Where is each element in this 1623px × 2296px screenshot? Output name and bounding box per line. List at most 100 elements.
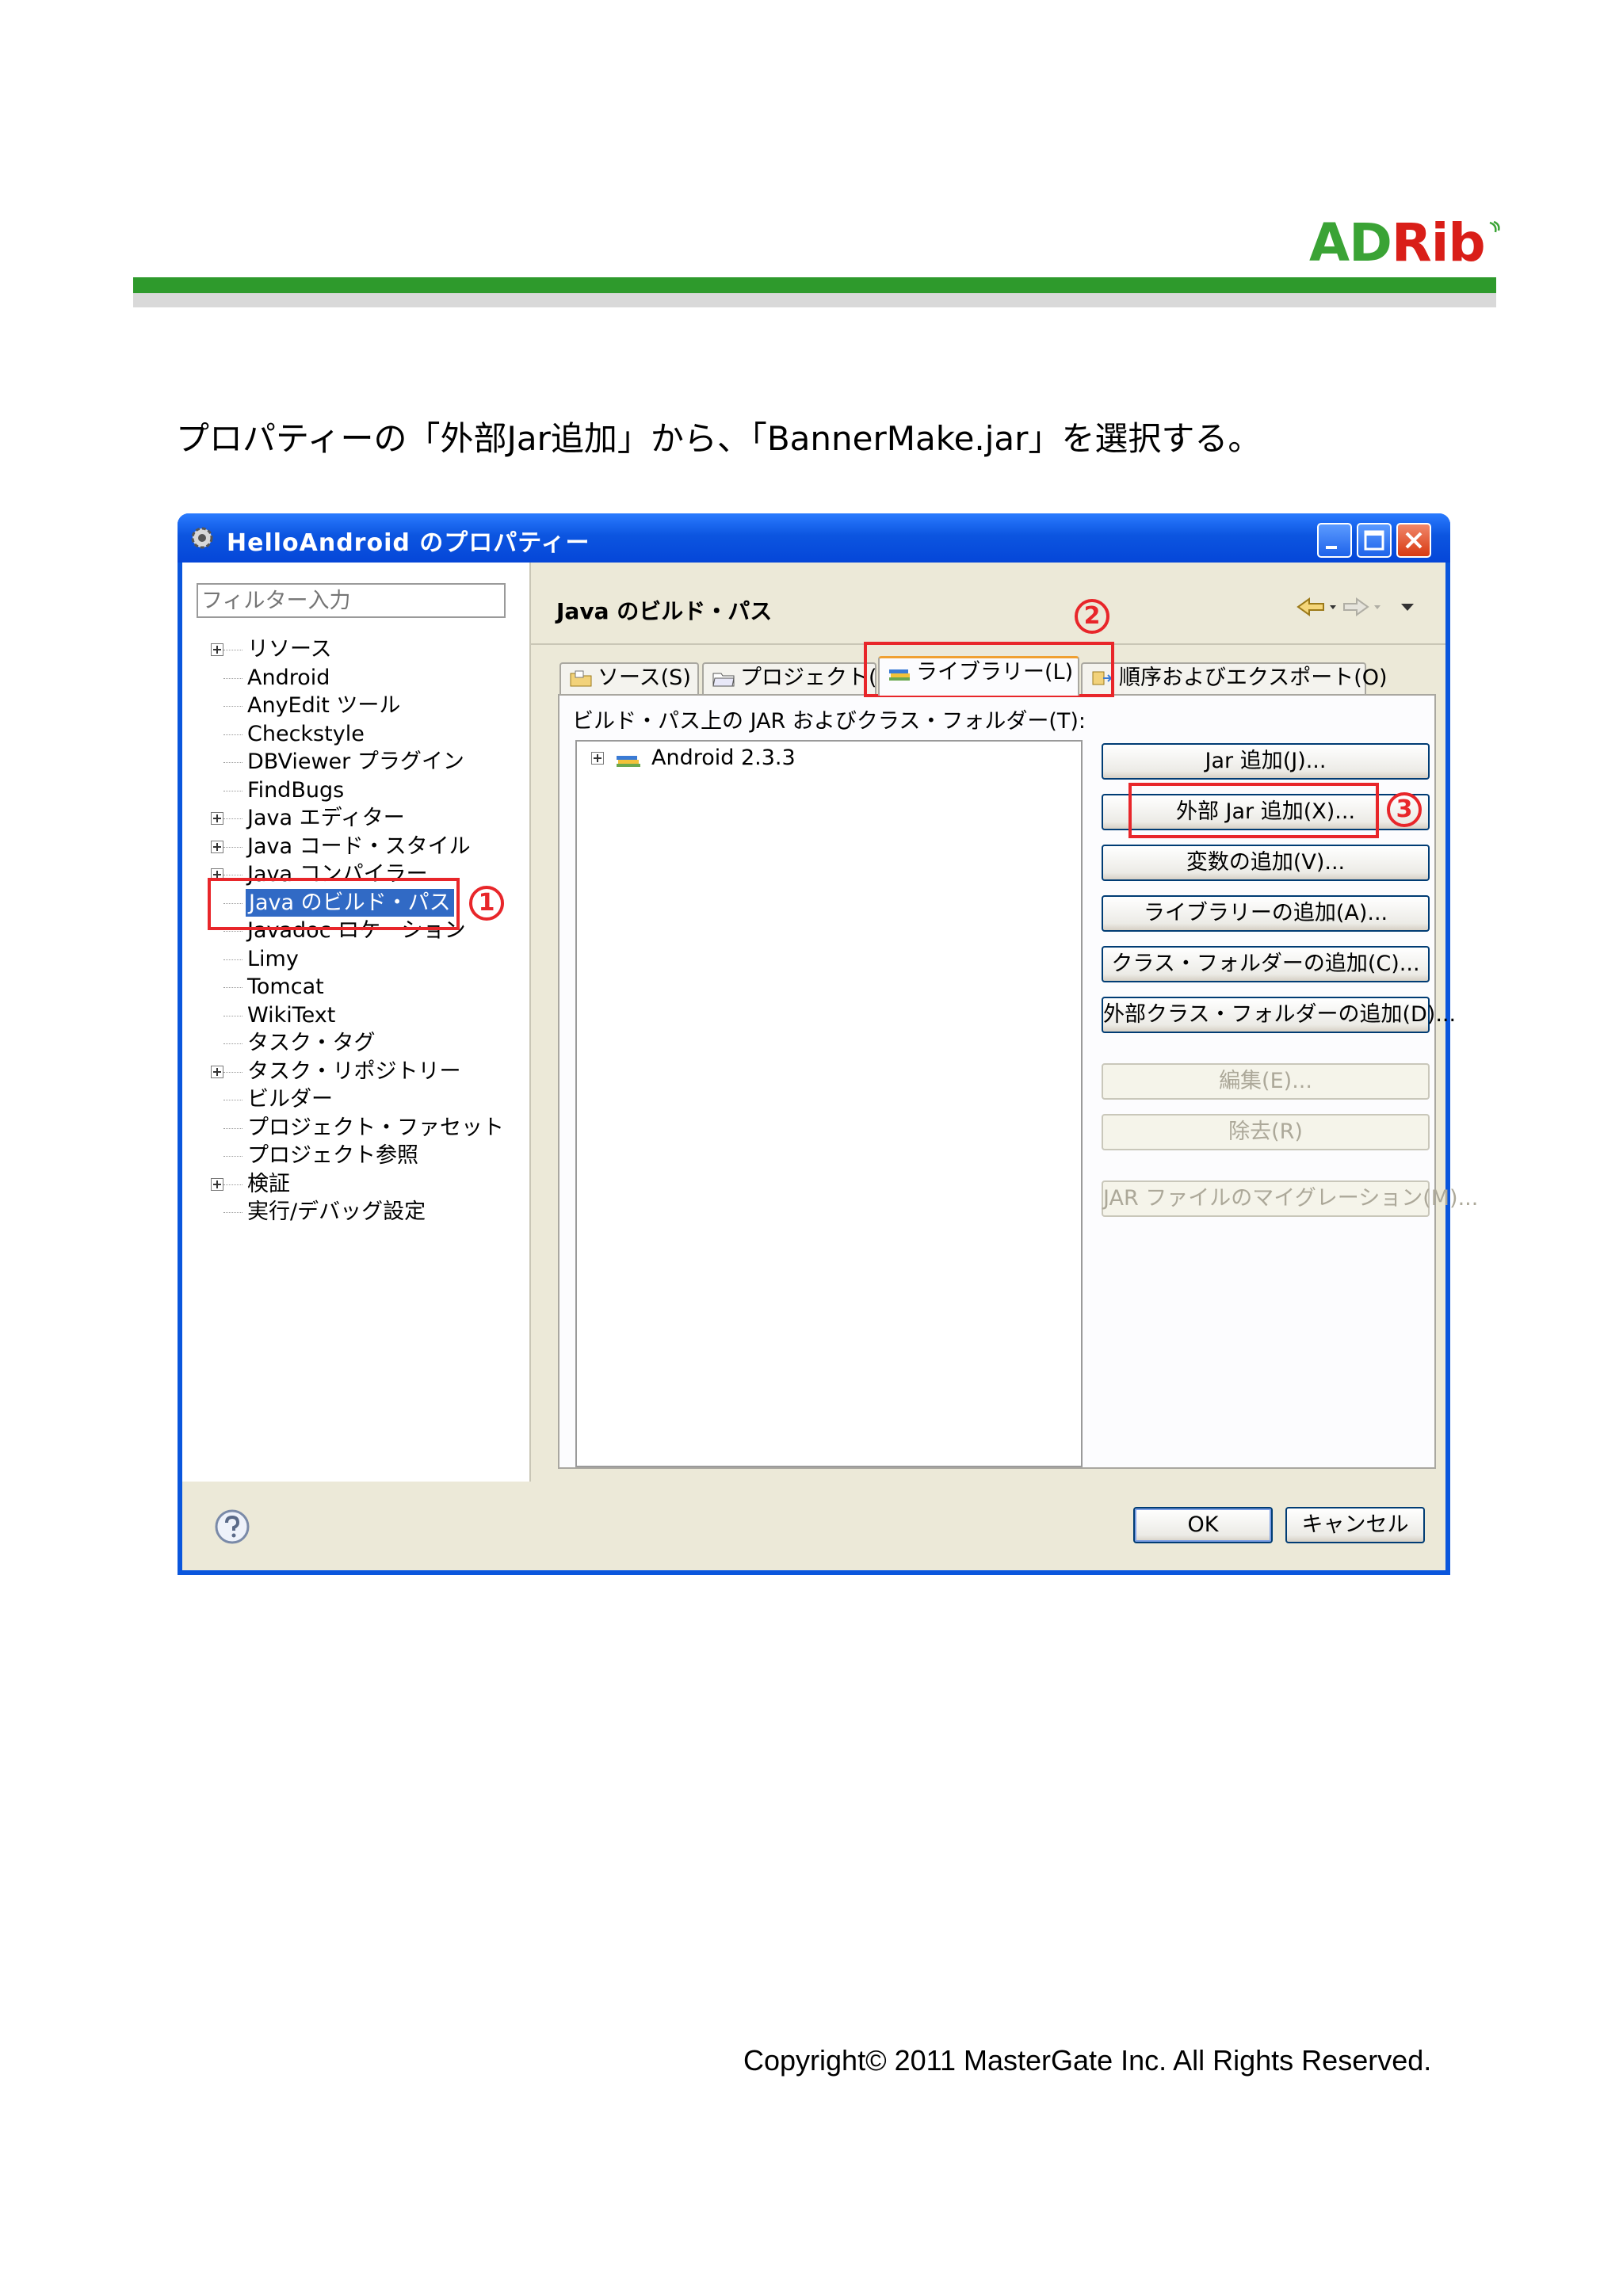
tree-item[interactable]: Limy [209, 945, 526, 974]
tree-item-label: リソース [247, 637, 332, 662]
tree-item-label: タスク・リポジトリー [247, 1058, 461, 1084]
tree-item[interactable]: Java エディター [209, 804, 526, 833]
tree-connector [223, 1156, 242, 1157]
expand-icon[interactable] [211, 643, 223, 656]
libraries-caption: ビルド・パス上の JAR およびクラス・フォルダー(T): [572, 709, 1086, 734]
minimize-button[interactable] [1317, 523, 1352, 558]
tree-connector [223, 1212, 242, 1213]
signal-icon [1489, 220, 1500, 233]
tree-connector [223, 1071, 242, 1073]
history-nav[interactable] [1274, 591, 1433, 623]
tree-connector [223, 677, 242, 679]
tree-item-label: FindBugs [247, 777, 345, 803]
tree-item[interactable]: 検証 [209, 1170, 526, 1199]
tree-item[interactable]: WikiText [209, 1001, 526, 1030]
logo-text-rib: Rib [1391, 212, 1486, 273]
tree-item[interactable]: DBViewer プラグイン [209, 748, 526, 776]
dialog-title: HelloAndroid のプロパティー [227, 529, 590, 557]
annotation-box-3 [1128, 783, 1379, 838]
ok-button[interactable]: OK [1133, 1507, 1273, 1543]
properties-dialog: HelloAndroid のプロパティー リソース Android AnyEdit … [178, 513, 1478, 1575]
tree-item[interactable]: プロジェクト参照 [209, 1142, 526, 1170]
tree-item-label: Android [247, 665, 330, 690]
tab-order-export[interactable]: 順序およびエクスポート(O) [1081, 662, 1388, 694]
tree-item-label: AnyEdit ツール [247, 693, 401, 718]
adrib-logo: ADRib [1309, 212, 1500, 273]
tab-projects[interactable]: プロジェクト(P) [702, 662, 898, 694]
tree-item-label: DBViewer プラグイン [247, 749, 464, 774]
tree-item[interactable]: Java コード・スタイル [209, 833, 526, 861]
minimize-icon [1326, 546, 1337, 549]
copyright-text: Copyright© 2011 MasterGate Inc. All Righ… [743, 2044, 1432, 2077]
close-button[interactable] [1396, 523, 1431, 558]
add-external-class-folder-button[interactable]: 外部クラス・フォルダーの追加(D)... [1102, 997, 1456, 1033]
expand-icon[interactable] [591, 752, 604, 765]
tree-item[interactable]: FindBugs [209, 776, 526, 805]
tree-connector [223, 762, 242, 763]
instruction-text: プロパティーの「外部Jar追加」から、「BannerMake.jar」を選択する… [176, 419, 1262, 458]
source-folder-icon [570, 670, 592, 687]
tree-item[interactable]: Android [209, 664, 526, 692]
tree-connector [223, 931, 242, 932]
help-icon[interactable] [214, 1508, 250, 1545]
tree-item[interactable]: ビルダー [209, 1085, 526, 1114]
category-pane: リソース Android AnyEdit ツール Checkstyle DBViewer… [182, 563, 531, 1482]
libraries-list[interactable]: Android 2.3.3 [575, 740, 1083, 1467]
annotation-number-1: 1 [469, 886, 504, 921]
cancel-button[interactable]: キャンセル [1285, 1507, 1425, 1543]
header-green-bar [133, 277, 1496, 293]
annotation-box-1 [208, 878, 460, 930]
library-icon [889, 669, 910, 681]
expand-icon[interactable] [211, 840, 223, 853]
tree-item-label: プロジェクト・ファセット [247, 1115, 504, 1140]
remove-button[interactable]: 除去(R) [1102, 1114, 1430, 1150]
tab-source[interactable]: ソース(S) [559, 662, 699, 694]
tree-item-label: タスク・タグ [247, 1031, 376, 1055]
expand-icon[interactable] [211, 1065, 223, 1078]
tree-item-label: 検証 [247, 1171, 290, 1196]
add-variable-button[interactable]: 変数の追加(V)... [1102, 845, 1430, 881]
back-icon [1296, 597, 1324, 616]
tree-item-label: WikiText [247, 1002, 336, 1028]
edit-button[interactable]: 編集(E)... [1102, 1063, 1430, 1100]
add-jar-button[interactable]: Jar 追加(J)... [1102, 743, 1430, 780]
tree-connector [223, 1127, 242, 1129]
tree-item[interactable]: リソース [209, 635, 526, 664]
dialog-titlebar[interactable]: HelloAndroid のプロパティー [178, 513, 1450, 563]
tree-connector [223, 846, 242, 848]
maximize-button[interactable] [1357, 523, 1392, 558]
tree-connector [223, 706, 242, 707]
tree-item[interactable]: プロジェクト・ファセット [209, 1114, 526, 1142]
dialog-client-area: リソース Android AnyEdit ツール Checkstyle DBViewer… [182, 563, 1478, 1570]
tree-item[interactable]: Checkstyle [209, 720, 526, 749]
tree-item[interactable]: AnyEdit ツール [209, 692, 526, 720]
library-label: Android 2.3.3 [651, 746, 796, 770]
tree-item[interactable]: 実行/デバッグ設定 [209, 1198, 526, 1226]
page-title: Java のビルド・パス [556, 598, 773, 624]
gear-icon [191, 527, 213, 549]
tab-order-export-label: 順序およびエクスポート(O) [1119, 666, 1388, 690]
tree-item[interactable]: Tomcat [209, 973, 526, 1001]
logo-text-ad: AD [1309, 212, 1392, 273]
tree-connector [223, 987, 242, 988]
tab-libraries[interactable]: ライブラリー(L) [878, 656, 1079, 696]
tree-connector [223, 734, 242, 735]
project-folder-icon [712, 673, 735, 687]
tree-connector [223, 1043, 242, 1044]
tree-item-label: Java エディター [247, 806, 405, 830]
tree-item[interactable]: タスク・タグ [209, 1029, 526, 1058]
migrate-jar-button[interactable]: JAR ファイルのマイグレーション(M)... [1102, 1180, 1478, 1217]
tree-item-label: ビルダー [247, 1087, 333, 1112]
add-library-button[interactable]: ライブラリーの追加(A)... [1102, 895, 1430, 932]
expand-icon[interactable] [211, 812, 223, 825]
tree-item-label: Limy [247, 946, 299, 971]
category-tree: リソース Android AnyEdit ツール Checkstyle DBViewer… [209, 635, 526, 1226]
tree-item[interactable]: タスク・リポジトリー [209, 1058, 526, 1086]
header-grey-bar [133, 293, 1496, 307]
close-icon [1405, 532, 1423, 549]
expand-icon[interactable] [211, 1177, 223, 1191]
tree-connector [223, 959, 242, 960]
filter-input[interactable] [197, 583, 506, 618]
add-class-folder-button[interactable]: クラス・フォルダーの追加(C)... [1102, 946, 1430, 982]
tab-source-label: ソース(S) [598, 666, 691, 690]
